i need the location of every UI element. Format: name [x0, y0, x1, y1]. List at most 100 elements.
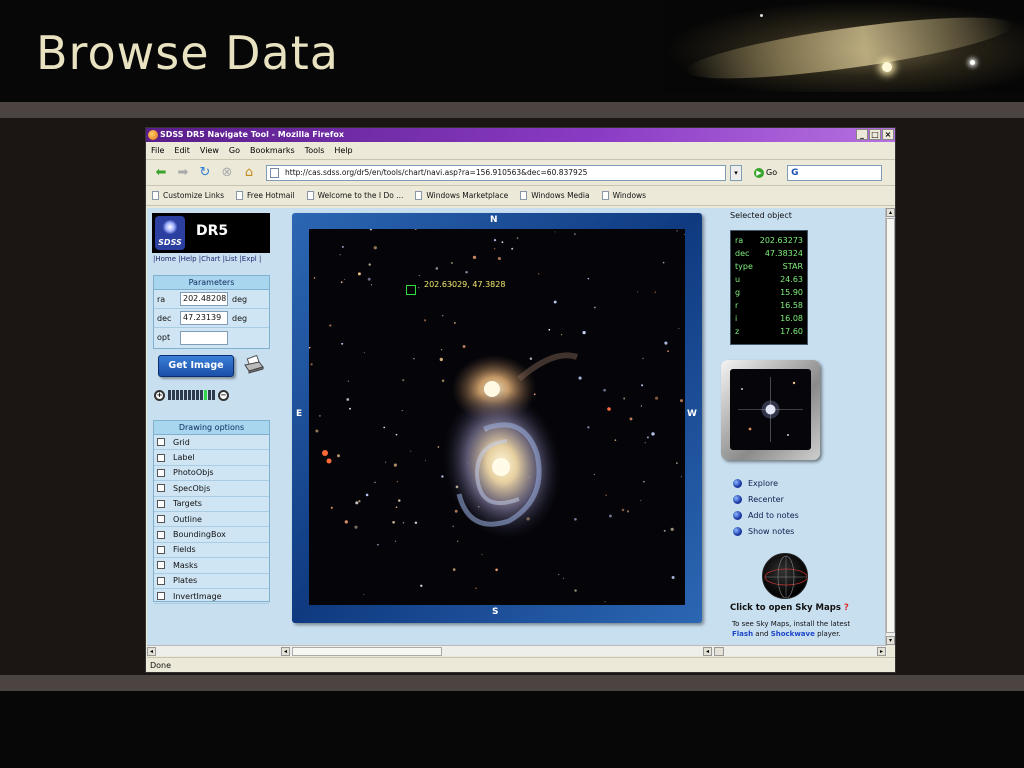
drawing-option-plates[interactable]: Plates	[154, 574, 269, 589]
menu-edit[interactable]: Edit	[174, 146, 190, 155]
go-button[interactable]: ▶ Go	[754, 167, 777, 178]
drawing-option-boundingbox[interactable]: BoundingBox	[154, 527, 269, 543]
stop-icon[interactable]: ⊗	[218, 164, 236, 182]
home-icon[interactable]: ⌂	[240, 164, 258, 182]
menu-help[interactable]: Help	[334, 146, 352, 155]
west-label[interactable]: W	[687, 409, 697, 419]
zoom-track[interactable]	[168, 390, 215, 400]
zoom-slider[interactable]: + −	[154, 389, 269, 401]
drawing-option-photoobjs[interactable]: PhotoObjs	[154, 466, 269, 482]
bookmark-item[interactable]: Free Hotmail	[236, 191, 295, 200]
zoom-tick[interactable]	[172, 390, 175, 400]
scroll-left-arrow-icon[interactable]: ◂	[147, 647, 156, 656]
zoom-tick[interactable]	[180, 390, 183, 400]
vertical-scrollbar[interactable]: ▴ ▾	[885, 208, 895, 645]
bookmark-item[interactable]: Windows Marketplace	[415, 191, 508, 200]
north-label[interactable]: N	[490, 215, 498, 225]
menu-file[interactable]: File	[151, 146, 164, 155]
zoom-tick[interactable]	[168, 390, 171, 400]
scroll-up-arrow-icon[interactable]: ▴	[886, 208, 895, 217]
drawing-option-targets[interactable]: Targets	[154, 497, 269, 512]
checkbox[interactable]	[157, 576, 165, 585]
url-input[interactable]: http://cas.sdss.org/dr5/en/tools/chart/n…	[266, 164, 726, 181]
checkbox[interactable]	[157, 438, 165, 447]
bookmark-item[interactable]: Welcome to the I Do ...	[306, 191, 403, 200]
checkbox[interactable]	[157, 592, 165, 601]
ra-input[interactable]: 202.48208	[180, 292, 228, 306]
object-thumbnail[interactable]	[730, 369, 811, 450]
bookmark-item[interactable]: Windows Media	[520, 191, 590, 200]
window-titlebar[interactable]: SDSS DR5 Navigate Tool - Mozilla Firefox…	[146, 128, 895, 142]
east-label[interactable]: E	[296, 409, 302, 419]
checkbox[interactable]	[157, 545, 165, 554]
explore-action[interactable]: Explore	[733, 479, 778, 488]
url-dropdown-button[interactable]: ▾	[730, 164, 742, 181]
menu-go[interactable]: Go	[229, 146, 240, 155]
checkbox[interactable]	[157, 530, 165, 539]
drawing-option-masks[interactable]: Masks	[154, 558, 269, 574]
add-to-notes-action[interactable]: Add to notes	[733, 511, 799, 520]
horizontal-scrollbar[interactable]: ◂ ◂ ◂ ▸	[147, 645, 887, 656]
zoom-tick[interactable]	[196, 390, 199, 400]
help-icon[interactable]: ?	[844, 603, 849, 613]
menu-tools[interactable]: Tools	[305, 146, 325, 155]
object-key: z	[735, 327, 740, 336]
scroll-right-arrow-icon[interactable]: ▸	[877, 647, 886, 656]
reload-icon[interactable]: ↻	[196, 164, 214, 182]
south-label[interactable]: S	[492, 607, 498, 617]
star	[347, 380, 350, 382]
zoom-tick[interactable]	[188, 390, 191, 400]
checkbox[interactable]	[157, 515, 165, 524]
flash-link[interactable]: Flash	[732, 630, 753, 638]
sky-globe-icon[interactable]	[762, 553, 808, 599]
zoom-tick[interactable]	[176, 390, 179, 400]
zoom-tick[interactable]	[200, 390, 203, 400]
bookmark-item[interactable]: Customize Links	[152, 191, 224, 200]
menu-view[interactable]: View	[200, 146, 219, 155]
checkbox[interactable]	[157, 561, 165, 570]
zoom-tick[interactable]	[184, 390, 187, 400]
zoom-tick[interactable]	[204, 390, 207, 400]
dec-input[interactable]: 47.23139	[180, 311, 228, 325]
recenter-action[interactable]: Recenter	[733, 495, 784, 504]
show-notes-action[interactable]: Show notes	[733, 527, 794, 536]
open-sky-maps-link[interactable]: Click to open Sky Maps ?	[730, 603, 849, 613]
checkbox[interactable]	[157, 499, 165, 508]
scroll-thumb[interactable]	[714, 647, 724, 656]
scroll-left-arrow-icon[interactable]: ◂	[703, 647, 712, 656]
checkbox[interactable]	[157, 453, 165, 462]
checkbox[interactable]	[157, 468, 165, 477]
star	[679, 399, 684, 403]
drawing-option-invertimage[interactable]: InvertImage	[154, 589, 269, 605]
scroll-down-arrow-icon[interactable]: ▾	[886, 636, 895, 645]
search-input[interactable]: G	[787, 164, 883, 181]
drawing-option-fields[interactable]: Fields	[154, 543, 269, 559]
zoom-in-icon[interactable]: +	[154, 389, 165, 401]
maximize-button[interactable]: □	[869, 129, 881, 140]
sdss-nav-links[interactable]: |Home |Help |Chart |List |Expl |	[153, 255, 261, 263]
get-image-button[interactable]: Get Image	[158, 355, 234, 377]
zoom-tick[interactable]	[192, 390, 195, 400]
scroll-left-arrow-icon[interactable]: ◂	[281, 647, 290, 656]
zoom-tick[interactable]	[208, 390, 211, 400]
drawing-option-label[interactable]: Label	[154, 450, 269, 466]
checkbox[interactable]	[157, 484, 165, 493]
forward-arrow-icon[interactable]: ➡	[174, 164, 192, 182]
scroll-thumb[interactable]	[292, 647, 442, 656]
drawing-option-outline[interactable]: Outline	[154, 512, 269, 528]
printer-icon[interactable]	[243, 354, 265, 375]
minimize-button[interactable]: _	[856, 129, 868, 140]
zoom-out-icon[interactable]: −	[218, 389, 229, 401]
menu-bookmarks[interactable]: Bookmarks	[250, 146, 295, 155]
scroll-thumb[interactable]	[886, 218, 895, 633]
back-arrow-icon[interactable]: ⬅	[152, 164, 170, 182]
zoom-tick[interactable]	[212, 390, 215, 400]
sky-image[interactable]: 202.63029, 47.3828	[309, 229, 685, 605]
shockwave-link[interactable]: Shockwave	[771, 630, 815, 638]
drawing-option-grid[interactable]: Grid	[154, 435, 269, 451]
close-button[interactable]: ×	[882, 129, 894, 140]
drawing-option-specobjs[interactable]: SpecObjs	[154, 481, 269, 497]
bookmark-item[interactable]: Windows	[601, 191, 646, 200]
selection-marker[interactable]	[406, 285, 416, 295]
opt-input[interactable]	[180, 330, 228, 345]
